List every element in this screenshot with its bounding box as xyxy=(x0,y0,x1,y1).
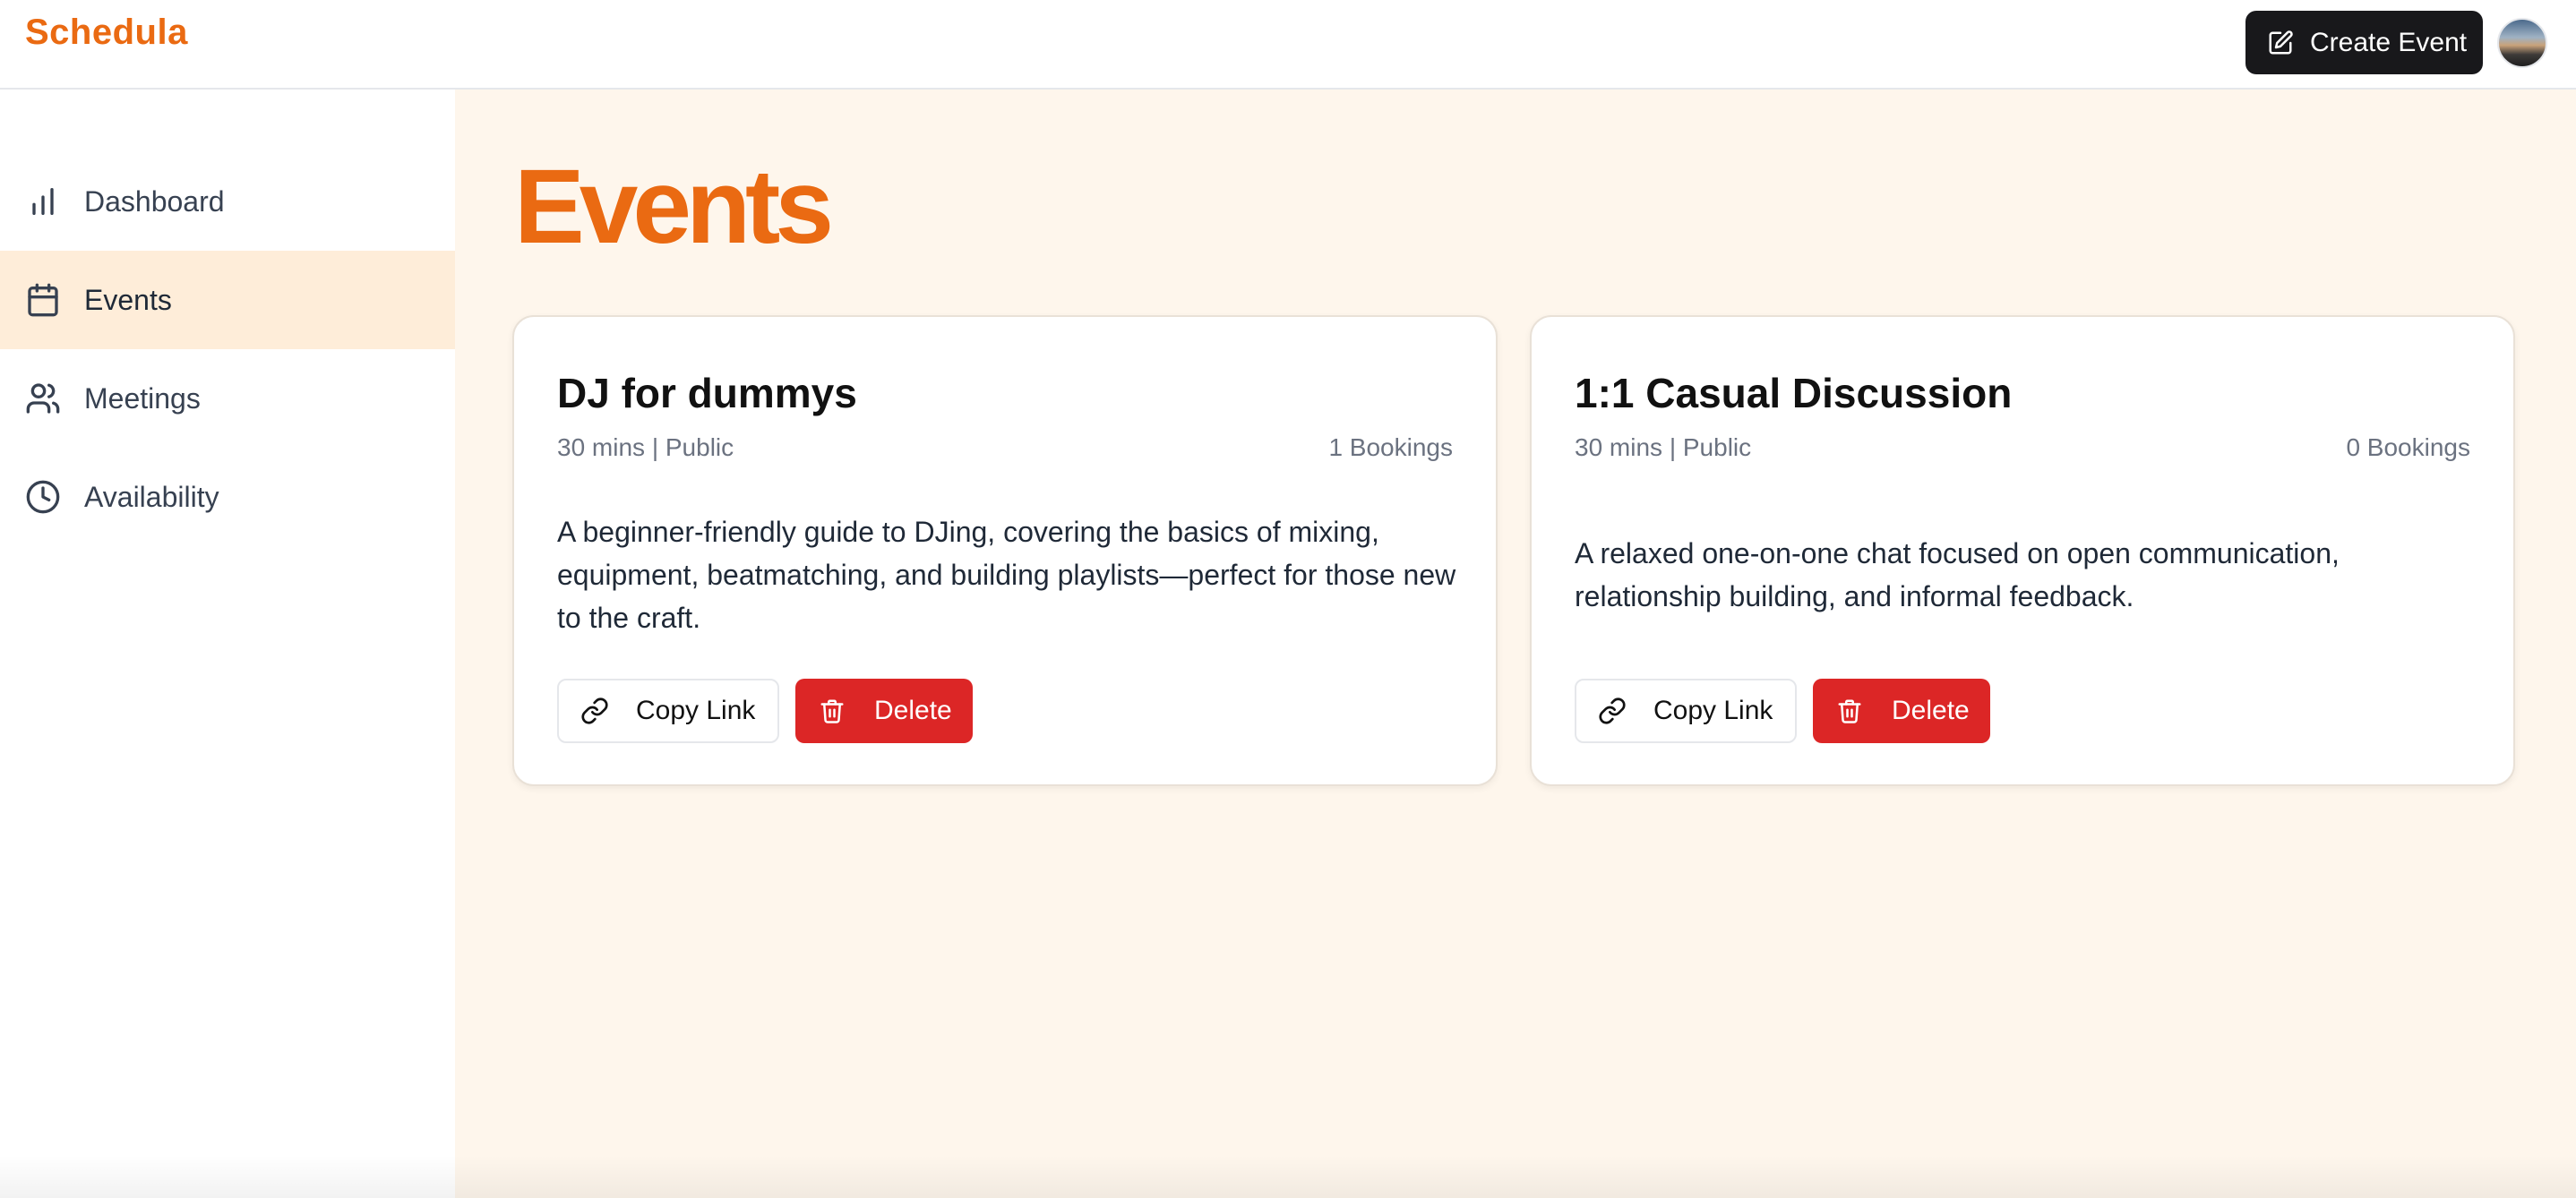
app-logo[interactable]: Schedula xyxy=(25,13,188,53)
event-meta: 30 mins | Public xyxy=(557,433,734,461)
copy-link-label: Copy Link xyxy=(636,696,756,725)
event-title: DJ for dummys xyxy=(557,370,857,416)
sidebar-item-events[interactable]: Events xyxy=(0,251,455,349)
sidebar-item-label: Dashboard xyxy=(84,184,225,218)
link-icon xyxy=(1599,697,1626,724)
users-icon xyxy=(26,383,60,414)
event-card: 1:1 Casual Discussion 30 mins | Public 0… xyxy=(1530,315,2515,786)
create-event-label: Create Event xyxy=(2310,27,2468,57)
create-event-button[interactable]: Create Event xyxy=(2245,11,2483,74)
user-avatar[interactable] xyxy=(2497,18,2547,68)
sidebar-item-label: Availability xyxy=(84,480,219,513)
delete-button[interactable]: Delete xyxy=(795,679,973,743)
copy-link-button[interactable]: Copy Link xyxy=(1575,679,1797,743)
calendar-icon xyxy=(28,283,58,317)
bar-chart-icon xyxy=(32,188,54,215)
trash-icon xyxy=(820,699,844,723)
sidebar-item-dashboard[interactable]: Dashboard xyxy=(0,152,455,251)
page-title: Events xyxy=(514,148,834,266)
event-meta: 30 mins | Public xyxy=(1575,433,1752,461)
copy-link-button[interactable]: Copy Link xyxy=(557,679,779,743)
event-description: A beginner-friendly guide to DJing, cove… xyxy=(557,516,1456,634)
delete-label: Delete xyxy=(874,696,952,725)
event-bookings: 0 Bookings xyxy=(2346,433,2470,461)
event-description: A relaxed one-on-one chat focused on ope… xyxy=(1575,537,2340,612)
sidebar-item-label: Meetings xyxy=(84,381,201,415)
edit-icon xyxy=(2269,30,2293,54)
copy-link-label: Copy Link xyxy=(1653,696,1773,725)
delete-label: Delete xyxy=(1892,696,1970,725)
clock-icon xyxy=(26,480,60,514)
sidebar-item-meetings[interactable]: Meetings xyxy=(0,349,455,448)
trash-icon xyxy=(1838,699,1861,723)
sidebar-item-availability[interactable]: Availability xyxy=(0,448,455,546)
link-icon xyxy=(581,697,608,724)
event-title: 1:1 Casual Discussion xyxy=(1575,370,2013,416)
sidebar: Dashboard Events Meetings Availability xyxy=(0,90,455,1198)
top-bar: Schedula Create Event xyxy=(0,0,2576,90)
event-bookings: 1 Bookings xyxy=(1328,433,1453,461)
delete-button[interactable]: Delete xyxy=(1813,679,1990,743)
main-content: Events DJ for dummys 30 mins | Public 1 … xyxy=(455,90,2576,1198)
event-card: DJ for dummys 30 mins | Public 1 Booking… xyxy=(512,315,1498,786)
sidebar-item-label: Events xyxy=(84,283,172,316)
